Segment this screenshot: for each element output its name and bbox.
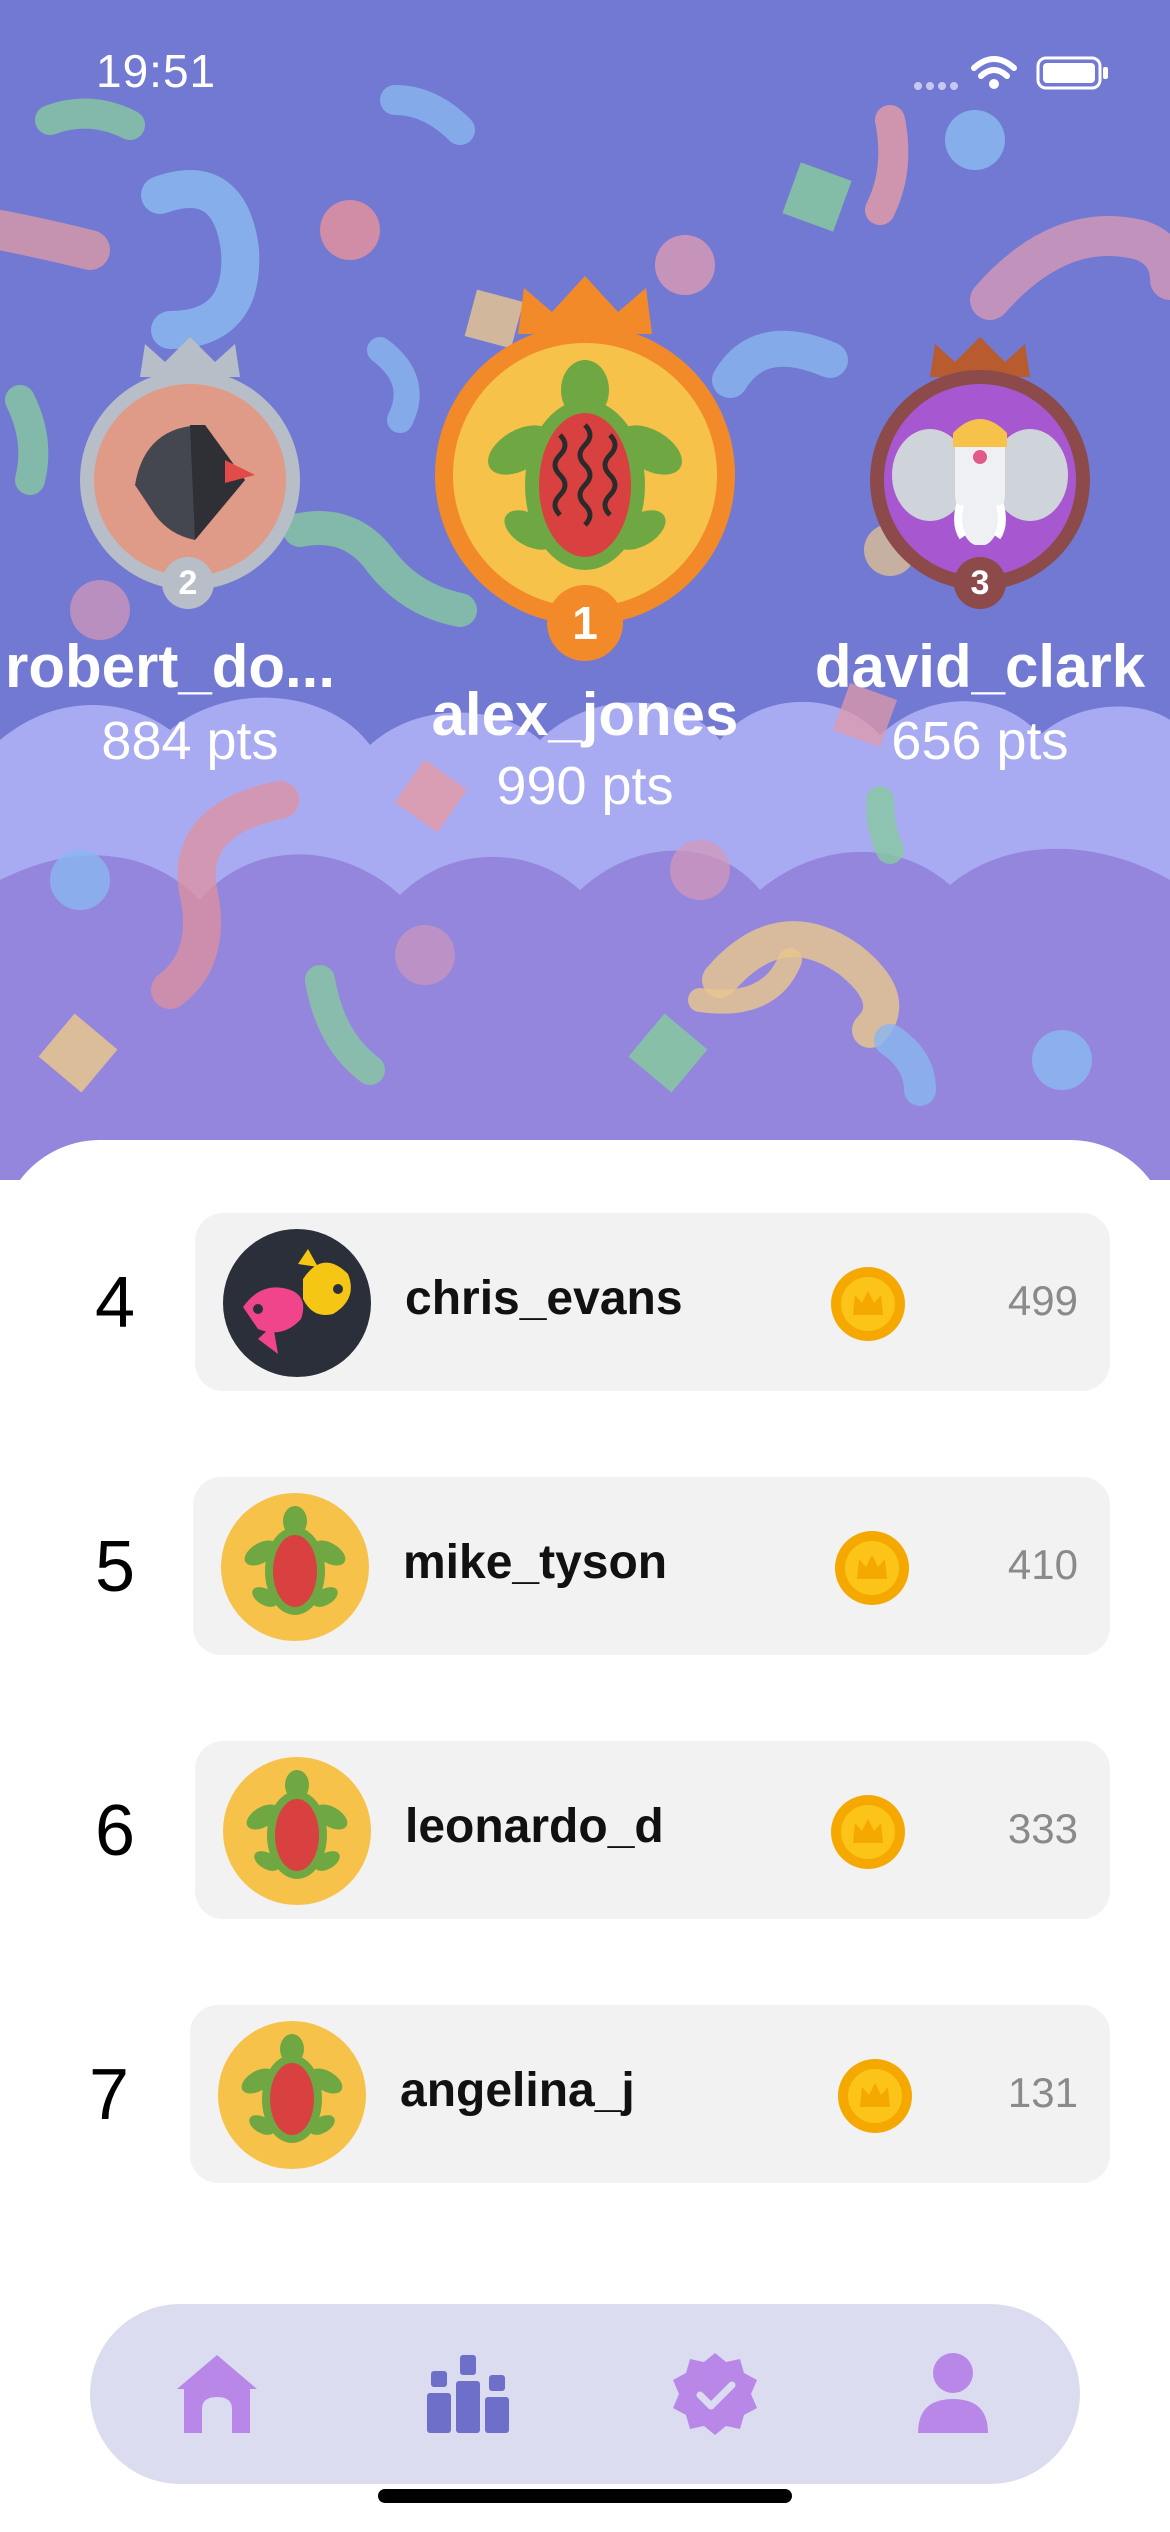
- bottom-tab-bar: [90, 2304, 1080, 2484]
- turtle-avatar-icon: [221, 1493, 369, 1641]
- row-rank: 7: [88, 2055, 130, 2135]
- row-score: 333: [1007, 1805, 1078, 1852]
- row-username: chris_evans: [405, 1272, 683, 1325]
- turtle-avatar-icon: [218, 2021, 366, 2169]
- turtle-avatar-icon: [435, 325, 735, 625]
- status-time: 19:51: [96, 45, 217, 97]
- status-icons: [914, 56, 1108, 90]
- signal-icon: [914, 82, 958, 90]
- status-bar: 19:51: [0, 0, 1170, 150]
- row-username: mike_tyson: [403, 1536, 668, 1589]
- leaderboard-row[interactable]: mike_tyson 410: [193, 1477, 1110, 1655]
- podium-third[interactable]: 3 david_clark 656 pts: [800, 320, 1170, 790]
- podium-second-name: robert_do...: [4, 633, 336, 700]
- battery-icon: [1036, 56, 1108, 90]
- wifi-icon: [971, 56, 1017, 79]
- row-username: angelina_j: [400, 2064, 635, 2117]
- crown-coin-icon: [838, 2059, 912, 2133]
- crown-coin-icon: [831, 1267, 905, 1341]
- turtle-avatar-icon: [223, 1757, 371, 1905]
- podium-icon[interactable]: [423, 2349, 513, 2439]
- row-rank: 6: [94, 1791, 136, 1871]
- row-score: 499: [1007, 1277, 1078, 1324]
- badge-check-icon[interactable]: [670, 2349, 760, 2439]
- row-rank: 5: [94, 1527, 136, 1607]
- crown-coin-icon: [831, 1795, 905, 1869]
- row-score: 410: [1007, 1541, 1078, 1588]
- podium-third-points: 656 pts: [891, 711, 1069, 771]
- rank-badge-third: 3: [954, 557, 1006, 609]
- podium-header: 19:51 2 robert_do... 884 pts 1 alex_jone…: [0, 0, 1170, 1180]
- home-icon[interactable]: [172, 2349, 262, 2439]
- podium-first-name: alex_jones: [431, 681, 739, 748]
- podium-third-name: david_clark: [814, 633, 1146, 700]
- crown-coin-icon: [835, 1531, 909, 1605]
- podium-second[interactable]: 2 robert_do... 884 pts: [0, 320, 380, 790]
- leaderboard-row[interactable]: angelina_j 131: [190, 2005, 1110, 2183]
- row-score: 131: [1007, 2069, 1078, 2116]
- podium-first-points: 990 pts: [496, 756, 674, 816]
- podium-first[interactable]: 1 alex_jones 990 pts: [400, 270, 770, 820]
- podium-second-points: 884 pts: [101, 711, 279, 771]
- leaderboard-row[interactable]: chris_evans 499: [195, 1213, 1110, 1391]
- row-username: leonardo_d: [405, 1800, 664, 1853]
- rank-badge-first: 1: [547, 585, 623, 661]
- leaderboard-row[interactable]: leonardo_d 333: [195, 1741, 1110, 1919]
- person-icon[interactable]: [908, 2349, 998, 2439]
- fish-avatar-icon: [223, 1229, 371, 1377]
- row-rank: 4: [94, 1263, 136, 1343]
- rank-badge-second: 2: [162, 557, 214, 609]
- home-indicator: [378, 2489, 792, 2503]
